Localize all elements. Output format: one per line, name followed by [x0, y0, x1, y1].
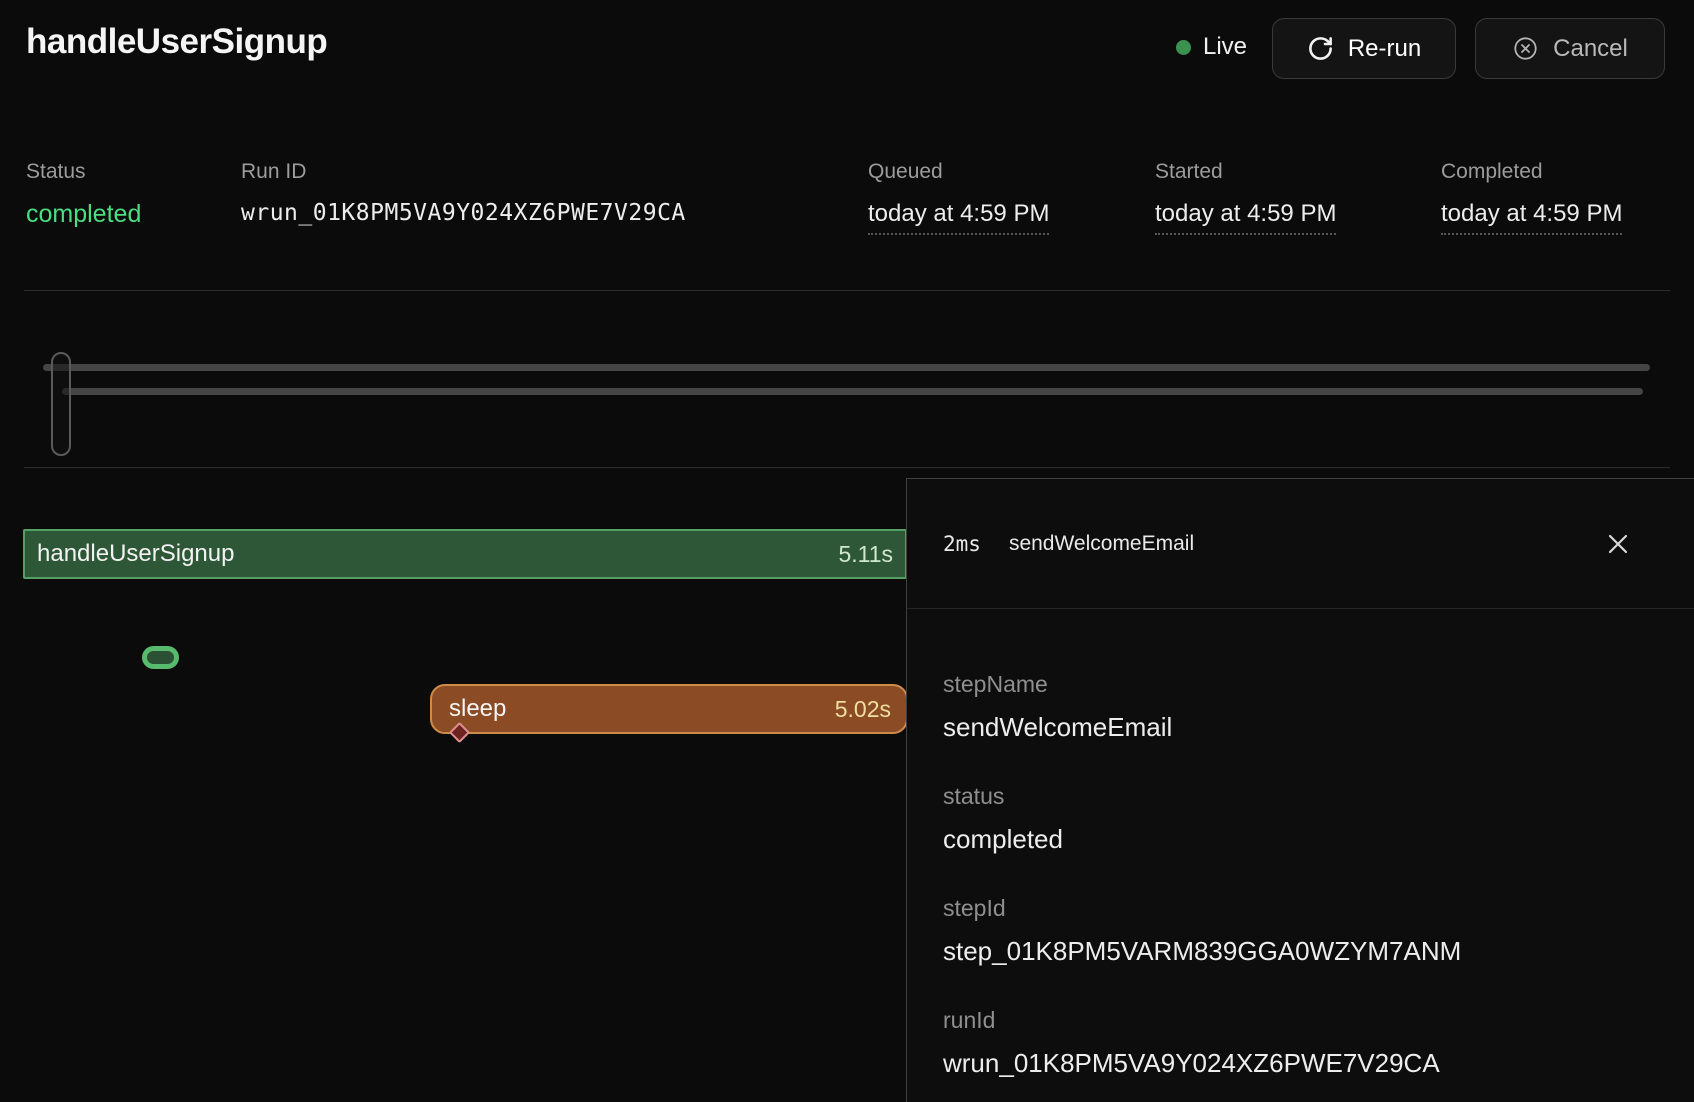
- field-label: runId: [943, 1007, 1658, 1034]
- close-icon: [1604, 530, 1632, 558]
- span-label: sleep: [449, 695, 506, 723]
- meta-run-id: Run ID wrun_01K8PM5VA9Y024XZ6PWE7V29CA: [241, 160, 686, 226]
- meta-completed-label: Completed: [1441, 160, 1622, 184]
- meta-status: Status completed: [26, 160, 141, 229]
- live-label: Live: [1203, 33, 1247, 61]
- panel-body: stepName sendWelcomeEmail status complet…: [907, 609, 1694, 1079]
- panel-close-button[interactable]: [1600, 526, 1636, 562]
- minimap-track-bar-step[interactable]: [62, 388, 1643, 395]
- field-value: wrun_01K8PM5VA9Y024XZ6PWE7V29CA: [943, 1048, 1658, 1079]
- span-sendwelcomeemail-pill[interactable]: [142, 646, 179, 669]
- field-value: sendWelcomeEmail: [943, 712, 1658, 743]
- rerun-label: Re-run: [1348, 35, 1421, 63]
- cancel-label: Cancel: [1553, 35, 1628, 63]
- workflow-run-page: handleUserSignup Live Re-run Cancel Stat…: [0, 0, 1694, 1102]
- live-indicator: Live: [1176, 33, 1247, 61]
- meta-status-value: completed: [26, 200, 141, 229]
- detail-field: runId wrun_01K8PM5VA9Y024XZ6PWE7V29CA: [943, 1007, 1658, 1079]
- field-value: completed: [943, 824, 1658, 855]
- span-duration: 5.02s: [835, 696, 891, 723]
- span-handleusersignup[interactable]: handleUserSignup 5.11s: [23, 529, 907, 579]
- panel-step-title: sendWelcomeEmail: [1009, 532, 1194, 556]
- refresh-icon: [1307, 35, 1334, 62]
- meta-started-value[interactable]: today at 4:59 PM: [1155, 200, 1336, 235]
- meta-run-id-value: wrun_01K8PM5VA9Y024XZ6PWE7V29CA: [241, 200, 686, 226]
- meta-completed-value[interactable]: today at 4:59 PM: [1441, 200, 1622, 235]
- field-value: step_01K8PM5VARM839GGA0WZYM7ANM: [943, 936, 1658, 967]
- field-label: status: [943, 783, 1658, 810]
- step-detail-panel: 2ms sendWelcomeEmail stepName sendWelcom…: [906, 478, 1694, 1102]
- meta-queued-value[interactable]: today at 4:59 PM: [868, 200, 1049, 235]
- cancel-button[interactable]: Cancel: [1475, 18, 1665, 79]
- meta-completed: Completed today at 4:59 PM: [1441, 160, 1622, 235]
- page-title: handleUserSignup: [26, 22, 327, 62]
- rerun-button[interactable]: Re-run: [1272, 18, 1456, 79]
- detail-field: stepId step_01K8PM5VARM839GGA0WZYM7ANM: [943, 895, 1658, 967]
- meta-queued-label: Queued: [868, 160, 1049, 184]
- minimap-track-bar-workflow[interactable]: [43, 364, 1650, 371]
- meta-run-id-label: Run ID: [241, 160, 686, 184]
- divider: [24, 290, 1670, 291]
- span-sleep[interactable]: sleep 5.02s: [430, 684, 908, 734]
- field-label: stepName: [943, 671, 1658, 698]
- minimap-brush-handle[interactable]: [51, 352, 71, 456]
- panel-header: 2ms sendWelcomeEmail: [907, 479, 1694, 609]
- detail-field: status completed: [943, 783, 1658, 855]
- divider: [24, 467, 1670, 468]
- cancel-circle-icon: [1512, 35, 1539, 62]
- span-label: handleUserSignup: [37, 540, 234, 568]
- live-dot-icon: [1176, 40, 1191, 55]
- meta-started: Started today at 4:59 PM: [1155, 160, 1336, 235]
- meta-queued: Queued today at 4:59 PM: [868, 160, 1049, 235]
- span-duration: 5.11s: [838, 541, 893, 568]
- panel-step-duration: 2ms: [943, 532, 981, 556]
- meta-started-label: Started: [1155, 160, 1336, 184]
- field-label: stepId: [943, 895, 1658, 922]
- meta-status-label: Status: [26, 160, 141, 184]
- detail-field: stepName sendWelcomeEmail: [943, 671, 1658, 743]
